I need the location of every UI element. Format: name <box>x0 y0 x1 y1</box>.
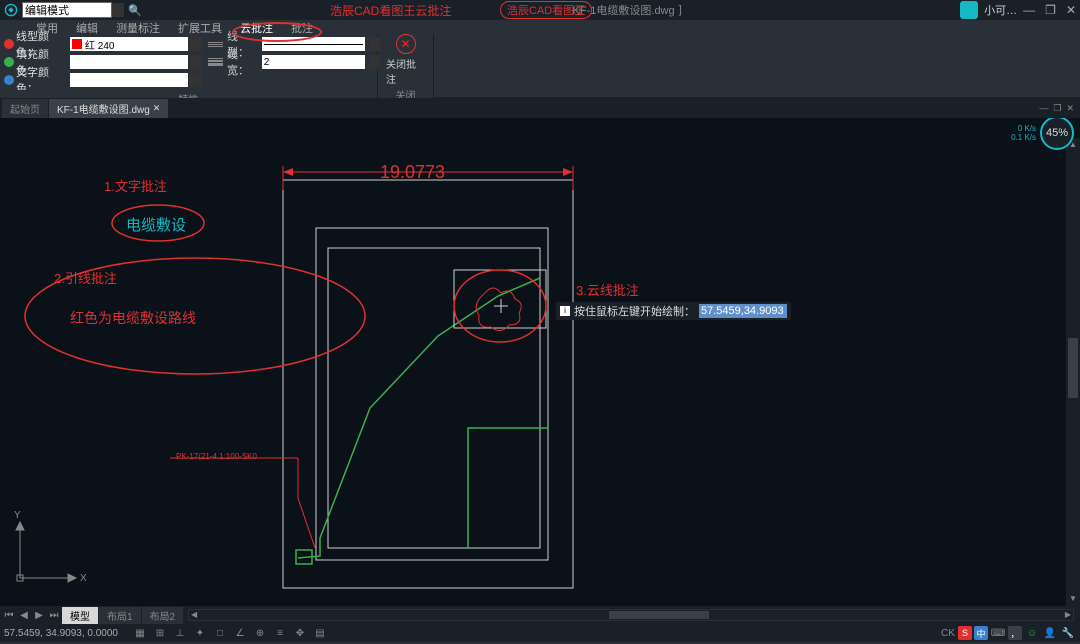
layout-tab-2[interactable]: 布局2 <box>142 607 184 624</box>
sr-person-icon[interactable]: 👤 <box>1042 626 1058 640</box>
drawing-canvas[interactable]: 0 K/s0.1 K/s 45% <box>0 118 1080 606</box>
svg-text:X: X <box>80 573 87 584</box>
status-track-icon[interactable]: ∠ <box>232 626 248 640</box>
status-grid-icon[interactable]: ▦ <box>132 626 148 640</box>
menu-extend[interactable]: 扩展工具 <box>178 20 222 34</box>
status-osnap-icon[interactable]: □ <box>212 626 228 640</box>
hscroll-thumb[interactable] <box>609 611 709 619</box>
tooltip-info-icon: i <box>560 306 570 316</box>
sub-min-icon[interactable]: — <box>1039 103 1048 114</box>
status-snap-icon[interactable]: ⊞ <box>152 626 168 640</box>
ribbon-panel: 线型颜色： 红 240 填充颜色： 文字颜色： <box>0 34 1080 98</box>
tab-scroll-first-icon[interactable]: ⏮ <box>2 608 16 622</box>
tab-scroll-last-icon[interactable]: ⏭ <box>47 608 61 622</box>
scroll-down-icon[interactable]: ▼ <box>1068 594 1078 604</box>
annot2-number: 2.引线批注 <box>54 268 117 287</box>
menu-measure[interactable]: 测量标注 <box>116 20 160 34</box>
status-move-icon[interactable]: ✥ <box>292 626 308 640</box>
tab-current-file[interactable]: KF-1电缆敷设图.dwg ✕ <box>49 99 168 118</box>
sr-ime-ch-icon[interactable]: 中 <box>974 626 988 640</box>
scroll-thumb[interactable] <box>1068 338 1078 398</box>
small-red-label: PK-17(21-4 1:100-SK0 <box>176 452 257 461</box>
sr-keyboard-icon[interactable]: ⌨ <box>990 626 1006 640</box>
horizontal-scrollbar[interactable]: ◀ ▶ <box>188 609 1074 621</box>
main-menu: 常用 编辑 测量标注 扩展工具 云批注 批注 <box>0 20 1080 34</box>
annot2-text: 红色为电缆敷设路线 <box>70 308 196 328</box>
layout-tab-model[interactable]: 模型 <box>62 607 98 624</box>
sub-restore-icon[interactable]: ❐ <box>1053 103 1061 114</box>
status-coords: 57.5459, 34.9093, 0.0000 <box>4 628 118 639</box>
perf-circle: 45% <box>1040 118 1074 150</box>
lineweight-icon <box>208 58 223 66</box>
title-right: 小可… — ❐ ✕ <box>960 1 1076 19</box>
close-annot-label: 关闭批注 <box>386 56 425 86</box>
linetype-value[interactable] <box>262 37 365 51</box>
hscroll-left-icon[interactable]: ◀ <box>189 610 199 620</box>
dimension-text: 19.0773 <box>380 162 445 183</box>
line-color-bullet-icon <box>4 39 14 49</box>
lineweight-value[interactable]: 2 <box>262 55 365 69</box>
status-lwt-icon[interactable]: ≡ <box>272 626 288 640</box>
line-color-dropdown-icon[interactable] <box>190 37 202 51</box>
restore-button[interactable]: ❐ <box>1045 3 1056 17</box>
text-color-bullet-icon <box>4 75 14 85</box>
sr-smile-icon[interactable]: ☺ <box>1024 626 1040 640</box>
status-bar: 57.5459, 34.9093, 0.0000 ▦ ⊞ ⊥ ✦ □ ∠ ⊕ ≡… <box>0 624 1080 642</box>
status-polar-icon[interactable]: ✦ <box>192 626 208 640</box>
window-title: 浩辰CAD看图王 KF-1电缆敷设图.dwg ] <box>398 2 681 18</box>
status-ortho-icon[interactable]: ⊥ <box>172 626 188 640</box>
fill-color-bullet-icon <box>4 57 14 67</box>
annot3-number: 3.云线批注 <box>576 280 639 299</box>
status-dyn-icon[interactable]: ⊕ <box>252 626 268 640</box>
draw-tooltip: i 按住鼠标左键开始绘制： <box>556 302 791 320</box>
title-file-name: KF-1电缆敷设图.dwg <box>573 2 675 18</box>
annot1-number: 1.文字批注 <box>104 176 167 195</box>
close-button[interactable]: ✕ <box>1066 3 1076 17</box>
linetype-icon <box>208 42 223 47</box>
tab-scroll-next-icon[interactable]: ▶ <box>32 608 46 622</box>
document-tabs: 起始页 KF-1电缆敷设图.dwg ✕ — ❐ ✕ <box>0 98 1080 118</box>
title-bar: 🔍 浩辰CAD看图王云批注 浩辰CAD看图王 浩辰CAD看图王 KF-1电缆敷设… <box>0 0 1080 20</box>
user-avatar-icon[interactable] <box>960 1 978 19</box>
sr-punct-icon[interactable]: ， <box>1008 626 1022 640</box>
menu-edit[interactable]: 编辑 <box>76 20 98 34</box>
mode-select[interactable] <box>22 2 112 18</box>
hscroll-right-icon[interactable]: ▶ <box>1063 610 1073 620</box>
text-color-dropdown-icon[interactable] <box>190 73 202 87</box>
sr-sogou-icon[interactable]: S <box>958 626 972 640</box>
lineweight-label: 线宽： <box>227 46 258 78</box>
coord-input[interactable] <box>699 304 787 318</box>
red-swatch-icon <box>72 39 82 49</box>
close-annot-button[interactable]: ✕ <box>396 34 416 54</box>
app-logo-icon <box>4 3 18 17</box>
tab-scroll-prev-icon[interactable]: ◀ <box>17 608 31 622</box>
status-layer-icon[interactable]: ▤ <box>312 626 328 640</box>
sub-window-controls: — ❐ ✕ <box>1039 103 1074 114</box>
tab-start[interactable]: 起始页 <box>2 99 48 118</box>
line-color-value[interactable]: 红 240 <box>70 37 188 51</box>
tab-current-file-label: KF-1电缆敷设图.dwg <box>57 101 150 116</box>
search-icon[interactable]: 🔍 <box>128 4 142 17</box>
fill-color-value[interactable] <box>70 55 188 69</box>
user-name: 小可… <box>984 2 1017 18</box>
fill-color-dropdown-icon[interactable] <box>190 55 202 69</box>
menu-annot[interactable]: 批注 <box>291 20 313 34</box>
tab-close-icon[interactable]: ✕ <box>153 103 161 114</box>
perf-indicator: 0 K/s0.1 K/s 45% <box>1011 118 1074 150</box>
annot1-text: 电缆敷设 <box>126 214 186 235</box>
perf-up: 0 K/s <box>1011 124 1036 133</box>
sub-close-icon[interactable]: ✕ <box>1066 103 1074 114</box>
tooltip-label: 按住鼠标左键开始绘制： <box>574 303 695 319</box>
text-color-value[interactable] <box>70 73 188 87</box>
sr-ck-label: CK <box>940 626 956 640</box>
sr-tool-icon[interactable]: 🔧 <box>1060 626 1076 640</box>
svg-text:Y: Y <box>14 510 21 521</box>
vertical-scrollbar[interactable]: ▲ ▼ <box>1066 138 1080 606</box>
mode-dropdown-arrow-icon[interactable] <box>112 3 124 17</box>
minimize-button[interactable]: — <box>1023 3 1035 17</box>
layout-tabs: ⏮ ◀ ▶ ⏭ 模型 布局1 布局2 ◀ ▶ <box>0 606 1080 624</box>
layout-tab-1[interactable]: 布局1 <box>99 607 141 624</box>
perf-down: 0.1 K/s <box>1011 133 1036 142</box>
